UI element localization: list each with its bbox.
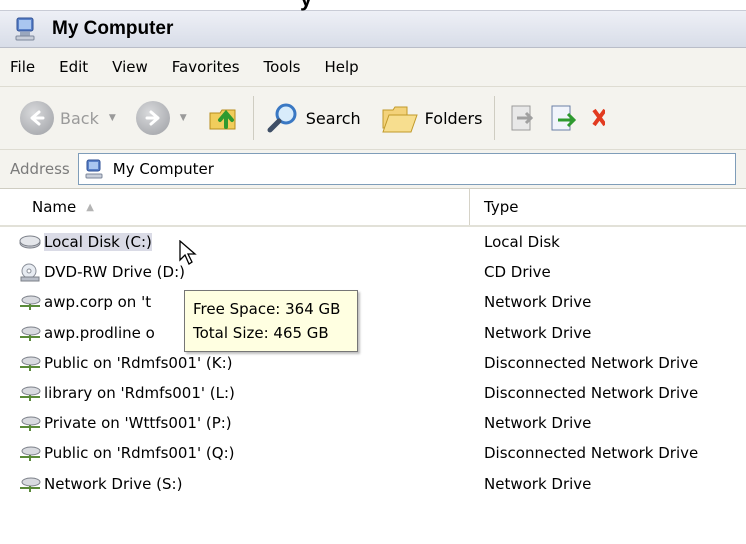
toolbar: Back ▼ ▼ Search Folders [0,87,746,150]
table-row[interactable]: awp.corp on 't Network Drive [0,287,746,317]
row-name: Local Disk (C:) [44,233,152,252]
dvd-drive-icon [20,263,40,282]
network-drive-icon [20,295,41,311]
forward-button[interactable]: ▼ [130,96,201,140]
address-field[interactable]: My Computer [77,153,736,185]
table-row[interactable]: Private on 'Wttfs001' (P:) Network Drive [0,408,746,438]
search-icon [267,103,297,133]
column-type-label: Type [484,198,519,216]
table-row[interactable]: awp.prodline o Network Drive [0,318,746,348]
network-drive-icon [20,416,41,432]
network-drive-icon [20,326,41,341]
row-type: Network Drive [484,293,592,312]
row-type: Network Drive [484,414,592,433]
file-list: Local Disk (C:) Local Disk DVD-RW Drive … [0,227,746,499]
row-name: DVD-RW Drive (D:) [44,263,185,282]
row-name: Public on 'Rdmfs001' (K:) [44,353,233,372]
row-name: library on 'Rdmfs001' (L:) [44,384,235,403]
local-disk-icon [19,235,41,249]
forward-dropdown-icon[interactable]: ▼ [180,113,187,123]
up-folder-button[interactable] [201,96,247,140]
window-title: My Computer [52,18,174,39]
table-row[interactable]: Public on 'Rdmfs001' (Q:) Disconnected N… [0,438,746,468]
sort-ascending-icon: ▲ [86,201,94,213]
forward-arrow-icon [135,101,170,135]
toolbar-separator [252,96,254,140]
delete-button[interactable] [585,96,606,140]
my-computer-icon [15,17,35,41]
toolbar-separator [494,96,496,140]
move-to-button[interactable] [501,96,543,140]
drive-tooltip: Free Space: 364 GB Total Size: 465 GB [184,290,358,352]
address-bar: Address My Computer [0,150,746,189]
row-type: Network Drive [484,474,592,493]
table-row[interactable]: Public on 'Rdmfs001' (K:) Disconnected N… [0,348,746,378]
tooltip-free-space: Free Space: 364 GB [193,300,341,318]
row-type: CD Drive [484,263,551,282]
network-drive-icon [20,477,41,492]
row-name: Public on 'Rdmfs001' (Q:) [44,444,235,463]
mouse-cursor-icon [179,240,197,265]
delete-icon [592,108,606,127]
back-button[interactable]: Back ▼ [14,96,130,140]
menu-tools[interactable]: Tools [252,48,313,86]
menu-bar: File Edit View Favorites Tools Help [0,48,746,87]
row-type: Local Disk [484,233,560,252]
table-row[interactable]: Local Disk (C:) Local Disk [0,227,746,257]
back-dropdown-icon[interactable]: ▼ [109,113,116,123]
column-header: Name ▲ Type [0,189,746,227]
row-name: awp.corp on 't [44,293,152,312]
row-type: Disconnected Network Drive [484,384,699,403]
search-button[interactable]: Search [260,96,367,140]
row-type: Network Drive [484,323,592,342]
tooltip-total-size: Total Size: 465 GB [193,324,329,342]
back-label: Back [60,108,99,128]
table-row[interactable]: library on 'Rdmfs001' (L:) Disconnected … [0,378,746,408]
menu-help[interactable]: Help [313,48,371,86]
back-arrow-icon [20,101,54,135]
row-type: Disconnected Network Drive [484,353,699,372]
disconnected-drive-icon [20,356,41,371]
move-to-icon [511,105,534,131]
disconnected-drive-icon [20,386,41,402]
address-label: Address [10,160,70,178]
folders-icon [381,106,418,133]
search-label: Search [305,108,361,128]
row-name: Private on 'Wttfs001' (P:) [44,414,232,433]
my-computer-icon [85,159,103,179]
top-clipped-text-area: y [0,0,746,12]
title-bar[interactable]: My Computer [0,10,746,48]
row-name: Network Drive (S:) [44,474,183,493]
menu-view[interactable]: View [100,48,160,86]
disconnected-drive-icon [20,446,41,462]
row-name: awp.prodline o [44,323,155,342]
folders-button[interactable]: Folders [375,96,489,140]
folders-label: Folders [424,108,483,128]
column-name-label: Name [32,198,77,216]
copy-to-icon [551,105,577,131]
column-header-name[interactable]: Name ▲ [0,189,470,225]
address-value: My Computer [112,160,214,178]
table-row[interactable]: DVD-RW Drive (D:) CD Drive [0,257,746,287]
copy-to-button[interactable] [543,96,585,140]
menu-file[interactable]: File [0,48,47,86]
table-row[interactable]: Network Drive (S:) Network Drive [0,469,746,499]
row-type: Disconnected Network Drive [484,444,699,463]
column-header-type[interactable]: Type [470,198,518,216]
menu-edit[interactable]: Edit [47,48,100,86]
up-folder-icon [209,109,236,130]
menu-favorites[interactable]: Favorites [160,48,252,86]
clipped-heading-fragment: y [300,0,312,12]
